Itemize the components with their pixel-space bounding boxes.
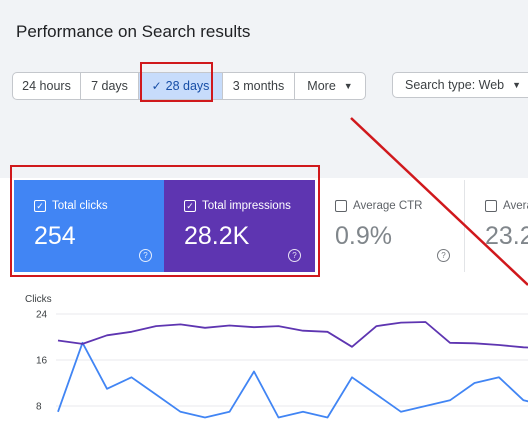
range-label: 7 days xyxy=(91,79,128,93)
range-28-days-button[interactable]: ✓ 28 days xyxy=(139,73,223,99)
checkbox-unchecked-icon[interactable] xyxy=(485,200,497,212)
metric-label: Total clicks xyxy=(52,200,108,212)
range-more-button[interactable]: More ▼ xyxy=(295,73,365,99)
metric-card-total-impressions[interactable]: ✓ Total impressions 28.2K ? xyxy=(164,180,315,272)
impressions-series-line xyxy=(57,321,528,349)
search-type-label: Search type: Web xyxy=(405,78,505,92)
metric-card-average-position[interactable]: Avera 23.2 xyxy=(465,180,528,272)
range-3-months-button[interactable]: 3 months xyxy=(223,73,295,99)
help-icon[interactable]: ? xyxy=(437,249,450,262)
search-type-dropdown[interactable]: Search type: Web ▼ xyxy=(392,72,528,98)
y-tick-label: 16 xyxy=(36,356,48,367)
range-7-days-button[interactable]: 7 days xyxy=(81,73,139,99)
check-icon: ✓ xyxy=(151,79,162,93)
range-label: 28 days xyxy=(165,79,210,93)
checkbox-checked-icon[interactable]: ✓ xyxy=(184,200,196,212)
page-title: Performance on Search results xyxy=(16,22,251,41)
metric-card-average-ctr[interactable]: Average CTR 0.9% ? xyxy=(315,180,465,272)
metric-value: 0.9% xyxy=(335,222,392,250)
metric-value: 28.2K xyxy=(184,222,250,250)
metric-value: 254 xyxy=(34,222,76,250)
date-range-selector: 24 hours 7 days ✓ 28 days 3 months More … xyxy=(12,72,366,100)
metric-label: Average CTR xyxy=(353,200,423,212)
y-tick-label: 24 xyxy=(36,310,48,321)
range-label: 3 months xyxy=(232,79,285,93)
y-tick-label: 8 xyxy=(36,402,42,413)
range-label: More xyxy=(307,79,336,93)
help-icon[interactable]: ? xyxy=(288,249,301,262)
caret-down-icon: ▼ xyxy=(512,80,522,90)
metric-label: Avera xyxy=(503,200,528,212)
caret-down-icon: ▼ xyxy=(343,81,353,91)
checkbox-checked-icon[interactable]: ✓ xyxy=(34,200,46,212)
metric-card-total-clicks[interactable]: ✓ Total clicks 254 ? xyxy=(14,180,166,272)
metric-label: Total impressions xyxy=(202,200,291,212)
help-icon[interactable]: ? xyxy=(139,249,152,262)
y-axis-label: Clicks xyxy=(25,294,52,305)
performance-line-chart: Clicks 24 16 8 xyxy=(25,294,528,419)
metric-value: 23.2 xyxy=(485,222,528,250)
checkbox-unchecked-icon[interactable] xyxy=(335,200,347,212)
range-label: 24 hours xyxy=(22,79,71,93)
range-24-hours-button[interactable]: 24 hours xyxy=(13,73,81,99)
